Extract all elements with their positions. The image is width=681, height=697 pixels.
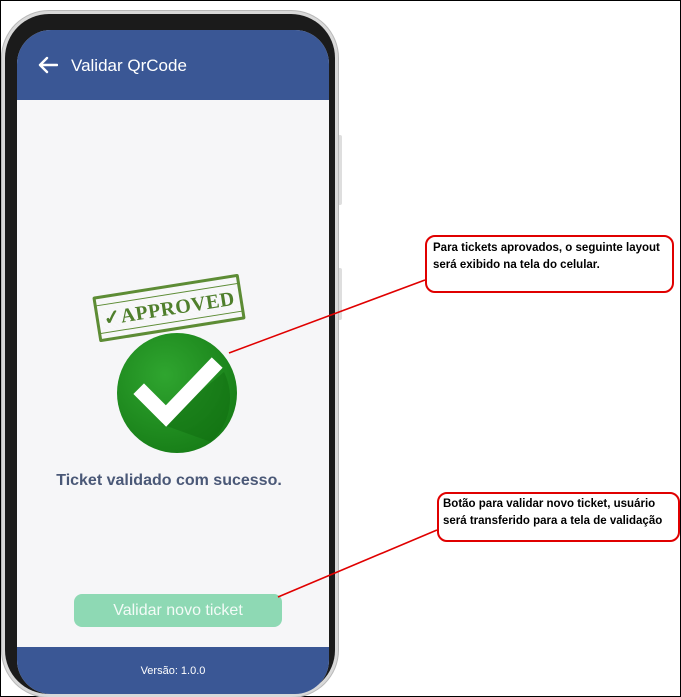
phone-side-button — [337, 268, 342, 320]
callout-new-ticket-button: Botão para validar novo ticket, usuário … — [437, 492, 680, 542]
version-label: Versão: 1.0.0 — [140, 664, 206, 677]
phone-side-button — [337, 135, 342, 205]
check-circle-icon — [117, 333, 237, 453]
callout-approved-layout: Para tickets aprovados, o seguinte layou… — [425, 235, 674, 293]
arrow-left-icon[interactable] — [37, 54, 59, 76]
page-title: Validar QrCode — [71, 56, 187, 75]
approved-stamp-text: ✓APPROVED — [94, 282, 244, 334]
phone-mockup: Validar QrCode ✓APPROVED Ticket validado… — [5, 14, 335, 694]
validate-new-ticket-button[interactable]: Validar novo ticket — [74, 594, 282, 627]
app-bar: Validar QrCode — [17, 30, 329, 100]
success-message: Ticket validado com sucesso. — [56, 472, 282, 489]
content-area: ✓APPROVED Ticket validado com sucesso. V… — [17, 100, 329, 647]
footer-bar: Versão: 1.0.0 — [17, 647, 329, 694]
phone-screen: Validar QrCode ✓APPROVED Ticket validado… — [17, 30, 329, 694]
